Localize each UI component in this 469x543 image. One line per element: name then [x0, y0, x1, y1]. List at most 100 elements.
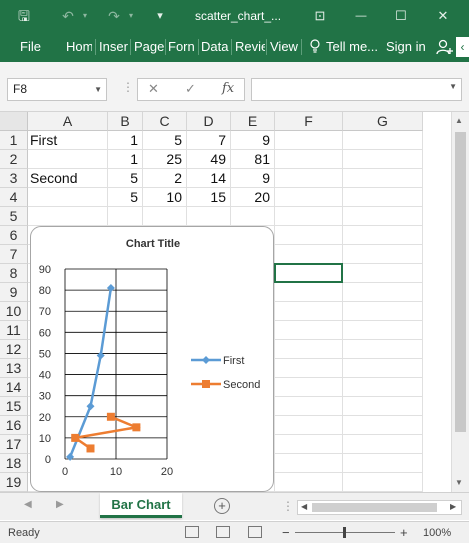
- tab-home[interactable]: Hom: [66, 39, 92, 54]
- cell-f11[interactable]: [275, 321, 343, 340]
- cell-g8[interactable]: [343, 264, 423, 283]
- cell-f14[interactable]: [275, 378, 343, 397]
- horizontal-scroll-thumb[interactable]: [312, 503, 437, 512]
- scatter-chart[interactable]: Chart Title 0 10 20 30 40 50 60 70 80 90 0 10 20 Firs…: [30, 226, 274, 492]
- cell-g12[interactable]: [343, 340, 423, 359]
- ribbon-overflow-button[interactable]: ‹: [456, 37, 469, 57]
- row-header-15[interactable]: 15: [0, 397, 28, 416]
- name-box[interactable]: F8 ▼: [7, 78, 107, 101]
- scroll-right-icon[interactable]: ▶: [450, 502, 456, 511]
- cell-b1[interactable]: 1: [108, 131, 143, 150]
- row-header-14[interactable]: 14: [0, 378, 28, 397]
- tab-data[interactable]: Data: [201, 39, 231, 54]
- tab-file[interactable]: File: [20, 39, 48, 54]
- cell-c5[interactable]: [143, 207, 187, 226]
- vertical-scrollbar[interactable]: ▲ ▼: [451, 112, 469, 492]
- cell-g6[interactable]: [343, 226, 423, 245]
- column-header-f[interactable]: F: [275, 112, 343, 131]
- next-sheet-icon[interactable]: ▶: [56, 499, 64, 510]
- row-header-1[interactable]: 1: [0, 131, 28, 150]
- cell-d4[interactable]: 15: [187, 188, 231, 207]
- cell-e4[interactable]: 20: [231, 188, 275, 207]
- scroll-left-icon[interactable]: ◀: [301, 502, 307, 511]
- normal-view-icon[interactable]: [185, 526, 199, 538]
- cell-b3[interactable]: 5: [108, 169, 143, 188]
- cell-f5[interactable]: [275, 207, 343, 226]
- row-header-17[interactable]: 17: [0, 435, 28, 454]
- column-header-a[interactable]: A: [28, 112, 108, 131]
- column-header-d[interactable]: D: [187, 112, 231, 131]
- cell-a2[interactable]: [28, 150, 108, 169]
- cell-g13[interactable]: [343, 359, 423, 378]
- column-header-b[interactable]: B: [108, 112, 143, 131]
- redo-dropdown-icon[interactable]: ▾: [126, 5, 136, 27]
- row-header-2[interactable]: 2: [0, 150, 28, 169]
- cancel-icon[interactable]: ✕: [148, 81, 159, 97]
- row-header-10[interactable]: 10: [0, 302, 28, 321]
- column-header-c[interactable]: C: [143, 112, 187, 131]
- row-header-18[interactable]: 18: [0, 454, 28, 473]
- tab-view[interactable]: View: [270, 39, 300, 54]
- tab-page-layout[interactable]: Page: [134, 39, 164, 54]
- customize-qat-icon[interactable]: ▾: [152, 5, 168, 27]
- enter-icon[interactable]: ✓: [185, 81, 196, 97]
- cell-g5[interactable]: [343, 207, 423, 226]
- cell-f17[interactable]: [275, 435, 343, 454]
- minimize-icon[interactable]: —: [350, 5, 372, 27]
- cell-f12[interactable]: [275, 340, 343, 359]
- cell-g17[interactable]: [343, 435, 423, 454]
- cell-c3[interactable]: 2: [143, 169, 187, 188]
- cell-f7[interactable]: [275, 245, 343, 264]
- cell-c4[interactable]: 10: [143, 188, 187, 207]
- cell-a3[interactable]: Second: [28, 169, 108, 188]
- cell-f18[interactable]: [275, 454, 343, 473]
- cell-f16[interactable]: [275, 416, 343, 435]
- save-icon[interactable]: 🖫: [14, 5, 34, 27]
- cell-d1[interactable]: 7: [187, 131, 231, 150]
- cell-a4[interactable]: [28, 188, 108, 207]
- tell-me-search[interactable]: Tell me...: [326, 39, 378, 54]
- tab-review[interactable]: Revie: [235, 39, 265, 54]
- horizontal-scrollbar[interactable]: ◀ ▶: [297, 500, 462, 515]
- page-layout-view-icon[interactable]: [216, 526, 230, 538]
- cell-f6[interactable]: [275, 226, 343, 245]
- add-sheet-button[interactable]: +: [214, 498, 230, 514]
- ribbon-display-options-icon[interactable]: ⊡: [309, 5, 331, 27]
- active-cell-f8[interactable]: [274, 263, 343, 283]
- cell-f1[interactable]: [275, 131, 343, 150]
- cell-g14[interactable]: [343, 378, 423, 397]
- cell-f15[interactable]: [275, 397, 343, 416]
- cell-g1[interactable]: [343, 131, 423, 150]
- close-icon[interactable]: ✕: [432, 5, 454, 27]
- row-header-16[interactable]: 16: [0, 416, 28, 435]
- cell-g19[interactable]: [343, 473, 423, 492]
- cell-g4[interactable]: [343, 188, 423, 207]
- row-header-7[interactable]: 7: [0, 245, 28, 264]
- maximize-icon[interactable]: ☐: [390, 5, 412, 27]
- column-header-g[interactable]: G: [343, 112, 423, 131]
- expand-formula-icon[interactable]: ▼: [449, 82, 457, 91]
- row-header-9[interactable]: 9: [0, 283, 28, 302]
- cell-b5[interactable]: [108, 207, 143, 226]
- cell-e2[interactable]: 81: [231, 150, 275, 169]
- cell-f13[interactable]: [275, 359, 343, 378]
- row-header-3[interactable]: 3: [0, 169, 28, 188]
- cell-g9[interactable]: [343, 283, 423, 302]
- row-header-5[interactable]: 5: [0, 207, 28, 226]
- formula-input[interactable]: ▼: [251, 78, 462, 101]
- vertical-scroll-thumb[interactable]: [455, 132, 466, 432]
- cell-g10[interactable]: [343, 302, 423, 321]
- row-header-13[interactable]: 13: [0, 359, 28, 378]
- zoom-slider-thumb[interactable]: [343, 527, 346, 538]
- cell-g2[interactable]: [343, 150, 423, 169]
- lightbulb-icon[interactable]: [310, 39, 320, 56]
- redo-icon[interactable]: ↷: [104, 5, 124, 27]
- cell-a1[interactable]: First: [28, 131, 108, 150]
- cell-d3[interactable]: 14: [187, 169, 231, 188]
- cell-c1[interactable]: 5: [143, 131, 187, 150]
- cell-g16[interactable]: [343, 416, 423, 435]
- cell-g3[interactable]: [343, 169, 423, 188]
- cell-g11[interactable]: [343, 321, 423, 340]
- scroll-up-icon[interactable]: ▲: [455, 116, 463, 125]
- cell-e1[interactable]: 9: [231, 131, 275, 150]
